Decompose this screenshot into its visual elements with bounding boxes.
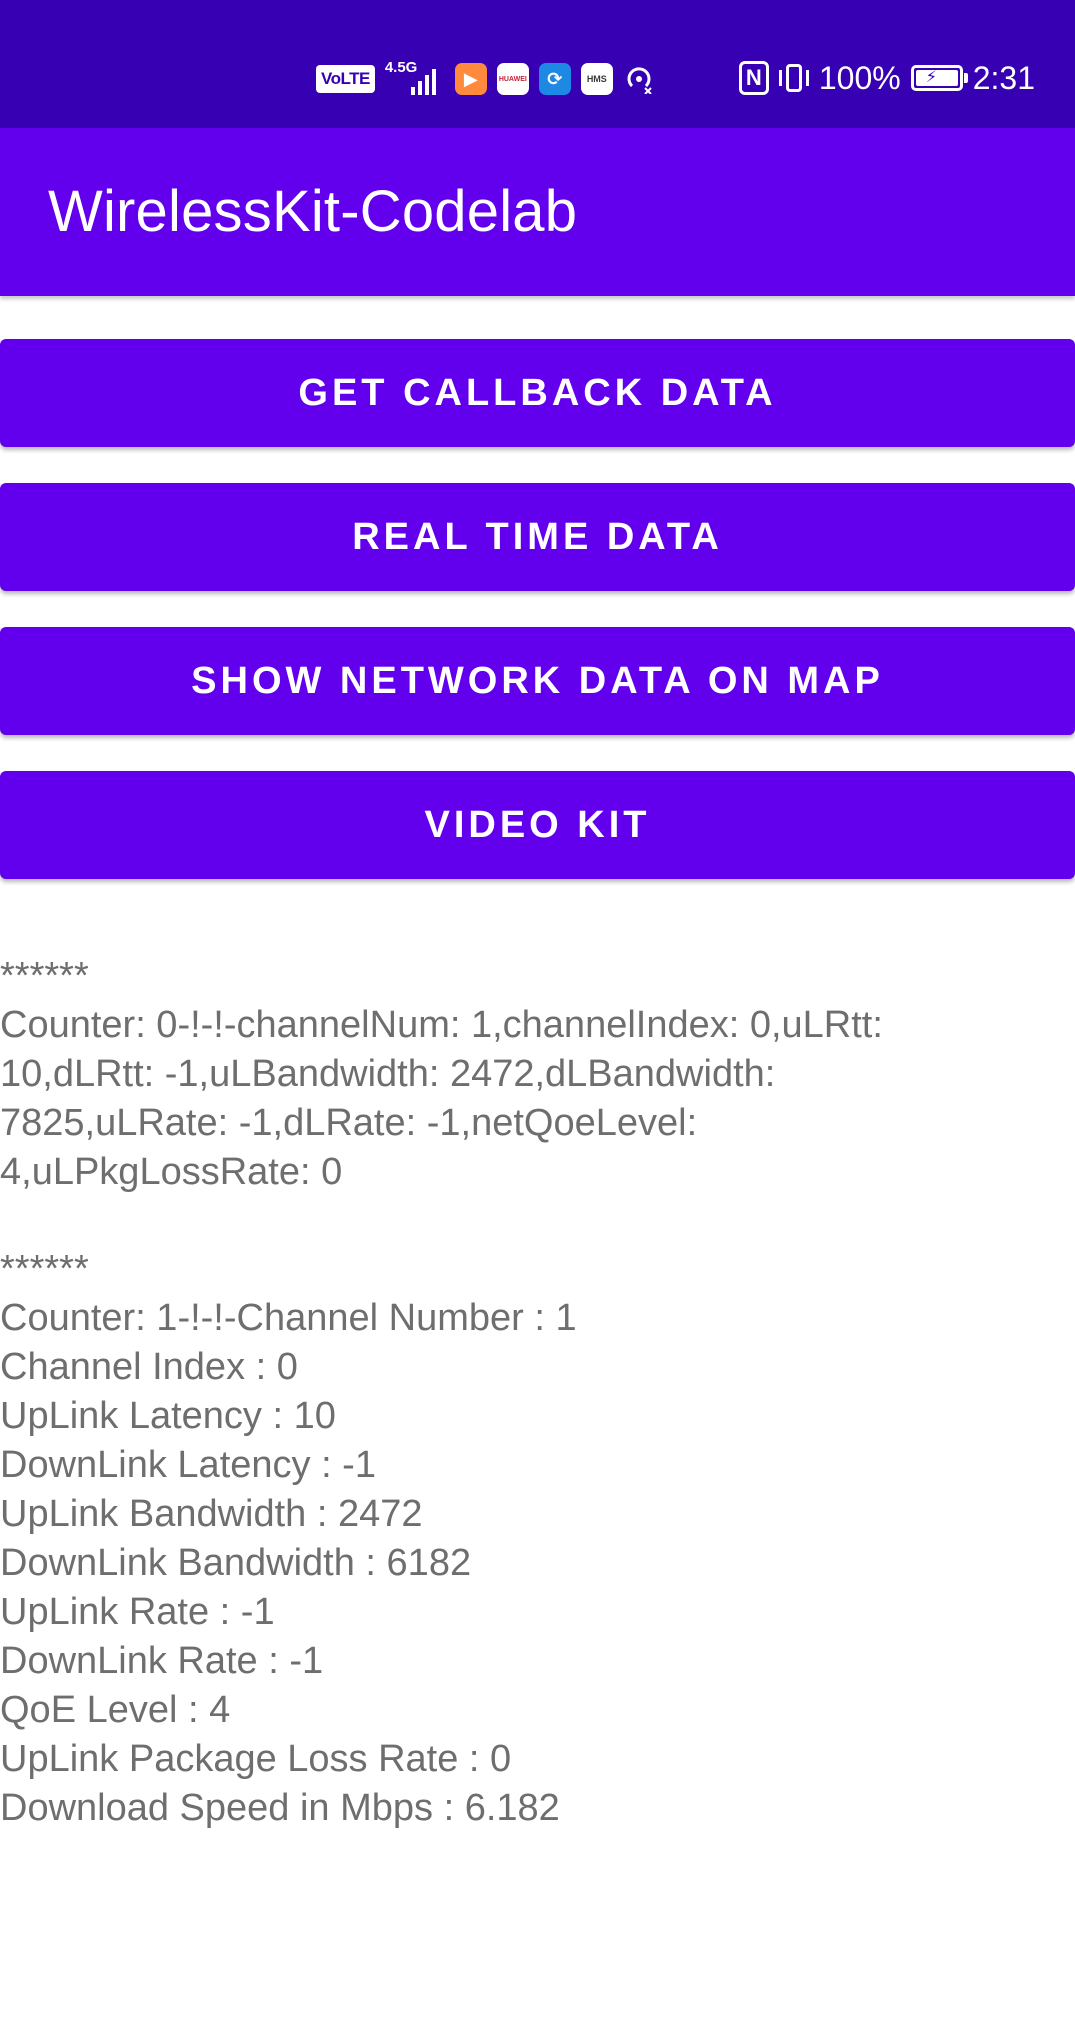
status-bar: VoLTE 4.5G ▶ HUAWEI ⟳ HMS N 100% ⚡ 2:31: [0, 0, 1075, 128]
log-line: UpLink Bandwidth : 2472: [0, 1493, 423, 1535]
nfc-icon: N: [738, 61, 769, 95]
get-callback-data-button[interactable]: GET CALLBACK DATA: [0, 339, 1075, 447]
battery-percent: 100%: [818, 59, 901, 96]
log-line: UpLink Rate : -1: [0, 1591, 275, 1633]
log-line: 10,dLRtt: -1,uLBandwidth: 2472,dLBandwid…: [0, 1053, 776, 1095]
log-entry-1: ****** Counter: 0-!-!-channelNum: 1,chan…: [0, 952, 1075, 1197]
log-line: 7825,uLRate: -1,dLRate: -1,netQoeLevel:: [0, 1102, 698, 1144]
clock: 2:31: [972, 59, 1035, 96]
app-bar: WirelessKit-Codelab: [0, 128, 1075, 296]
log-line: DownLink Latency : -1: [0, 1444, 376, 1486]
log-line: UpLink Latency : 10: [0, 1395, 336, 1437]
log-line: DownLink Rate : -1: [0, 1640, 324, 1682]
log-line: DownLink Bandwidth : 6182: [0, 1542, 472, 1584]
vibrate-icon: [778, 64, 809, 92]
huawei-store-icon: HUAWEI: [496, 63, 529, 95]
play-app-icon: ▶: [454, 63, 487, 95]
app-title: WirelessKit-Codelab: [48, 179, 578, 244]
volte-icon: VoLTE: [316, 65, 375, 93]
log-line: Download Speed in Mbps : 6.182: [0, 1787, 560, 1829]
log-line: Counter: 0-!-!-channelNum: 1,channelInde…: [0, 1004, 883, 1046]
battery-icon: ⚡: [910, 65, 968, 91]
output-log: ****** Counter: 0-!-!-channelNum: 1,chan…: [0, 952, 1075, 1881]
log-line: Counter: 1-!-!-Channel Number : 1: [0, 1297, 577, 1339]
log-separator: ******: [0, 955, 89, 997]
cellular-signal-icon: 4.5G: [385, 59, 445, 97]
video-kit-button[interactable]: VIDEO KIT: [0, 771, 1075, 879]
status-notification-icons: VoLTE 4.5G ▶ HUAWEI ⟳ HMS: [316, 58, 655, 100]
show-network-data-on-map-button[interactable]: SHOW NETWORK DATA ON MAP: [0, 627, 1075, 735]
app-screen: VoLTE 4.5G ▶ HUAWEI ⟳ HMS N 100% ⚡ 2:31 …: [0, 0, 1075, 2037]
log-line: 4,uLPkgLossRate: 0: [0, 1151, 343, 1193]
log-line: UpLink Package Loss Rate : 0: [0, 1738, 512, 1780]
status-system-icons: N 100% ⚡ 2:31: [738, 52, 1035, 104]
real-time-data-button[interactable]: REAL TIME DATA: [0, 483, 1075, 591]
log-entry-2: ****** Counter: 1-!-!-Channel Number : 1…: [0, 1245, 1075, 1833]
log-line: Channel Index : 0: [0, 1346, 298, 1388]
blue-app-icon: ⟳: [538, 63, 571, 95]
log-line: QoE Level : 4: [0, 1689, 231, 1731]
hms-icon: HMS: [580, 63, 613, 95]
log-separator: ******: [0, 1248, 89, 1290]
hotspot-icon: [623, 63, 655, 95]
